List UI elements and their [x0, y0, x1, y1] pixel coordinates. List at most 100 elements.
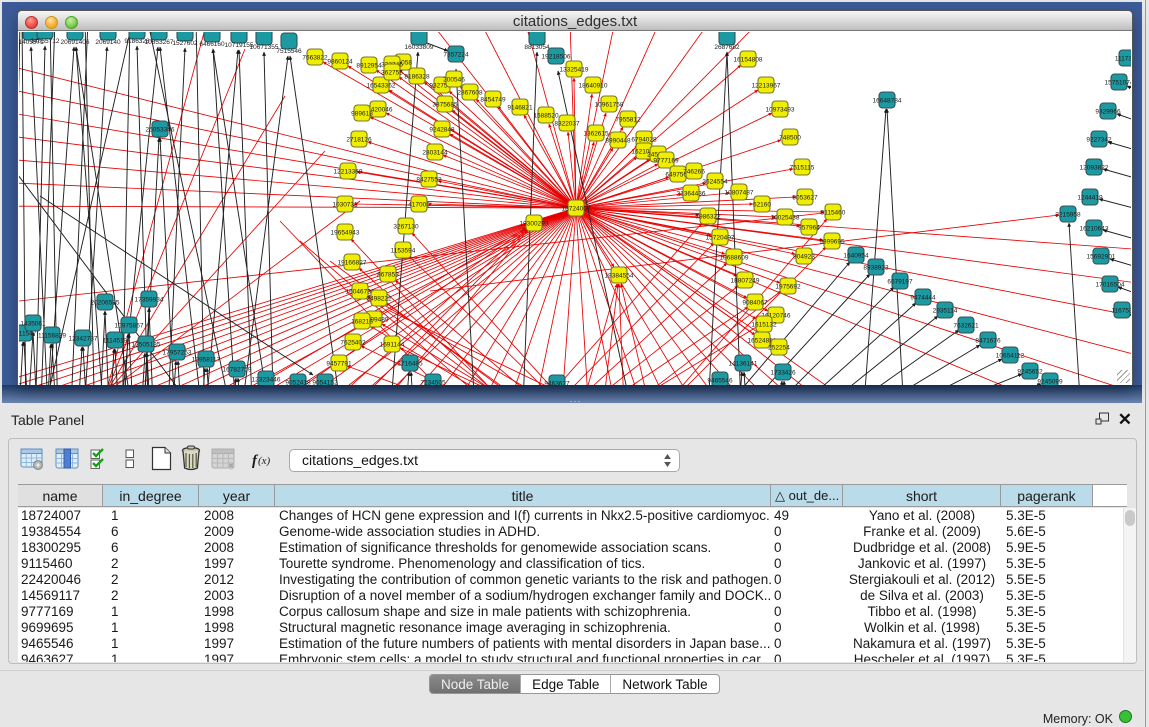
- svg-text:1114519: 1114519: [103, 338, 128, 345]
- svg-text:1030731: 1030731: [332, 202, 358, 209]
- svg-text:21364436: 21364436: [677, 191, 706, 198]
- svg-text:9084067: 9084067: [742, 300, 768, 307]
- svg-text:1244419: 1244419: [1077, 195, 1103, 202]
- svg-text:8186328: 8186328: [404, 74, 430, 81]
- svg-text:12505135: 12505135: [132, 342, 161, 349]
- svg-text:116753: 116753: [1111, 308, 1131, 315]
- svg-text:16033809: 16033809: [405, 44, 434, 51]
- svg-text:1588520: 1588520: [533, 113, 559, 120]
- svg-text:18807249: 18807249: [731, 278, 760, 285]
- svg-text:14055712: 14055712: [31, 38, 60, 45]
- svg-text:12323446: 12323446: [252, 377, 281, 384]
- svg-text:8912954: 8912954: [356, 63, 382, 70]
- svg-text:7234505: 7234505: [420, 380, 446, 386]
- svg-text:10958117: 10958117: [192, 357, 221, 364]
- svg-text:748500: 748500: [779, 135, 801, 142]
- svg-text:9242848: 9242848: [429, 127, 455, 134]
- svg-text:62160: 62160: [753, 202, 771, 209]
- svg-text:8938923: 8938923: [863, 265, 889, 272]
- svg-text:168216: 168216: [351, 319, 373, 326]
- svg-text:19166827: 19166827: [338, 260, 367, 267]
- svg-text:20206535: 20206535: [91, 300, 120, 307]
- svg-text:17016504: 17016504: [1096, 282, 1125, 289]
- svg-text:9329966: 9329966: [1095, 109, 1121, 116]
- svg-text:15692901: 15692901: [1087, 254, 1116, 261]
- svg-text:9463627: 9463627: [544, 381, 570, 386]
- svg-text:7986322: 7986322: [695, 214, 721, 221]
- svg-text:252254: 252254: [768, 345, 790, 352]
- svg-text:7663822: 7663822: [302, 55, 328, 62]
- svg-text:9474444: 9474444: [910, 295, 936, 302]
- svg-text:16543362: 16543362: [367, 83, 396, 90]
- svg-text:9146821: 9146821: [507, 105, 533, 112]
- svg-text:9899695: 9899695: [819, 239, 845, 246]
- svg-text:362755: 362755: [381, 70, 403, 77]
- svg-text:9245099: 9245099: [1037, 379, 1063, 386]
- svg-text:1435061: 1435061: [20, 321, 46, 328]
- svg-text:15751074: 15751074: [1105, 80, 1131, 87]
- svg-text:1691144: 1691144: [380, 342, 405, 349]
- svg-text:3215958: 3215958: [1055, 212, 1081, 219]
- svg-text:15720407: 15720407: [706, 235, 735, 242]
- svg-text:957964: 957964: [798, 225, 820, 232]
- svg-text:7515546: 7515546: [276, 48, 302, 55]
- svg-text:9054152: 9054152: [312, 380, 338, 386]
- svg-text:8990448: 8990448: [605, 138, 631, 145]
- svg-text:2069140: 2069140: [95, 39, 121, 46]
- svg-text:26053346: 26053346: [146, 127, 175, 134]
- svg-text:3267130: 3267130: [393, 224, 419, 231]
- svg-text:8322037: 8322037: [554, 121, 580, 128]
- svg-text:18724007: 18724007: [562, 206, 591, 213]
- svg-text:9115460: 9115460: [821, 210, 846, 217]
- svg-text:7357224: 7357224: [443, 52, 469, 59]
- svg-text:(x): (x): [258, 455, 271, 467]
- svg-text:9777169: 9777169: [653, 158, 679, 165]
- svg-text:17359934: 17359934: [135, 297, 164, 304]
- svg-text:12213967: 12213967: [752, 83, 781, 90]
- svg-text:10671355: 10671355: [250, 44, 279, 51]
- svg-text:19218506: 19218506: [542, 54, 571, 61]
- svg-text:16648784: 16648784: [873, 98, 902, 105]
- svg-text:12342737: 12342737: [69, 336, 98, 343]
- svg-text:1362615: 1362615: [583, 131, 609, 138]
- svg-text:1153594: 1153594: [391, 248, 416, 255]
- svg-text:19654943: 19654943: [331, 230, 360, 237]
- svg-text:13325419: 13325419: [560, 67, 589, 74]
- svg-text:3624554: 3624554: [702, 179, 728, 186]
- svg-text:10961758: 10961758: [595, 102, 624, 109]
- svg-text:1527602: 1527602: [172, 40, 198, 47]
- svg-text:1733426: 1733426: [770, 370, 796, 377]
- svg-text:9457791: 9457791: [326, 361, 352, 368]
- svg-text:1117386: 1117386: [1115, 56, 1131, 63]
- svg-text:6466160: 6466160: [199, 41, 225, 48]
- svg-text:9860124: 9860124: [327, 59, 353, 66]
- svg-text:8471676: 8471676: [975, 338, 1001, 345]
- svg-text:867853: 867853: [377, 272, 399, 279]
- svg-text:3498222: 3498222: [366, 296, 392, 303]
- svg-text:200546: 200546: [443, 77, 465, 84]
- svg-text:2803144: 2803144: [422, 150, 448, 157]
- svg-text:8454749: 8454749: [480, 97, 506, 104]
- svg-text:19300293: 19300293: [520, 221, 549, 228]
- svg-text:3875685: 3875685: [432, 102, 458, 109]
- svg-text:10807487: 10807487: [725, 190, 754, 197]
- svg-text:9227342: 9227342: [1086, 137, 1112, 144]
- svg-text:10654112: 10654112: [996, 353, 1025, 360]
- svg-text:9053627: 9053627: [792, 195, 818, 202]
- svg-text:20691406: 20691406: [61, 39, 90, 46]
- svg-text:1615132: 1615132: [751, 322, 777, 329]
- svg-text:9245652: 9245652: [1017, 369, 1043, 376]
- svg-text:18640910: 18640910: [579, 83, 608, 90]
- svg-text:11156829: 11156829: [38, 333, 66, 340]
- svg-text:2867608: 2867608: [457, 90, 483, 97]
- svg-text:16046738: 16046738: [346, 289, 375, 296]
- svg-text:8813054: 8813054: [524, 44, 550, 51]
- svg-text:10975867: 10975867: [115, 323, 144, 330]
- svg-text:10025438: 10025438: [771, 215, 800, 222]
- svg-text:19384554: 19384554: [605, 273, 634, 280]
- svg-text:10688609: 10688609: [720, 255, 749, 262]
- svg-text:16210643: 16210643: [1080, 226, 1109, 233]
- svg-text:1640954: 1640954: [843, 253, 869, 260]
- svg-text:9052418: 9052418: [285, 380, 311, 386]
- svg-text:6679197: 6679197: [887, 279, 913, 286]
